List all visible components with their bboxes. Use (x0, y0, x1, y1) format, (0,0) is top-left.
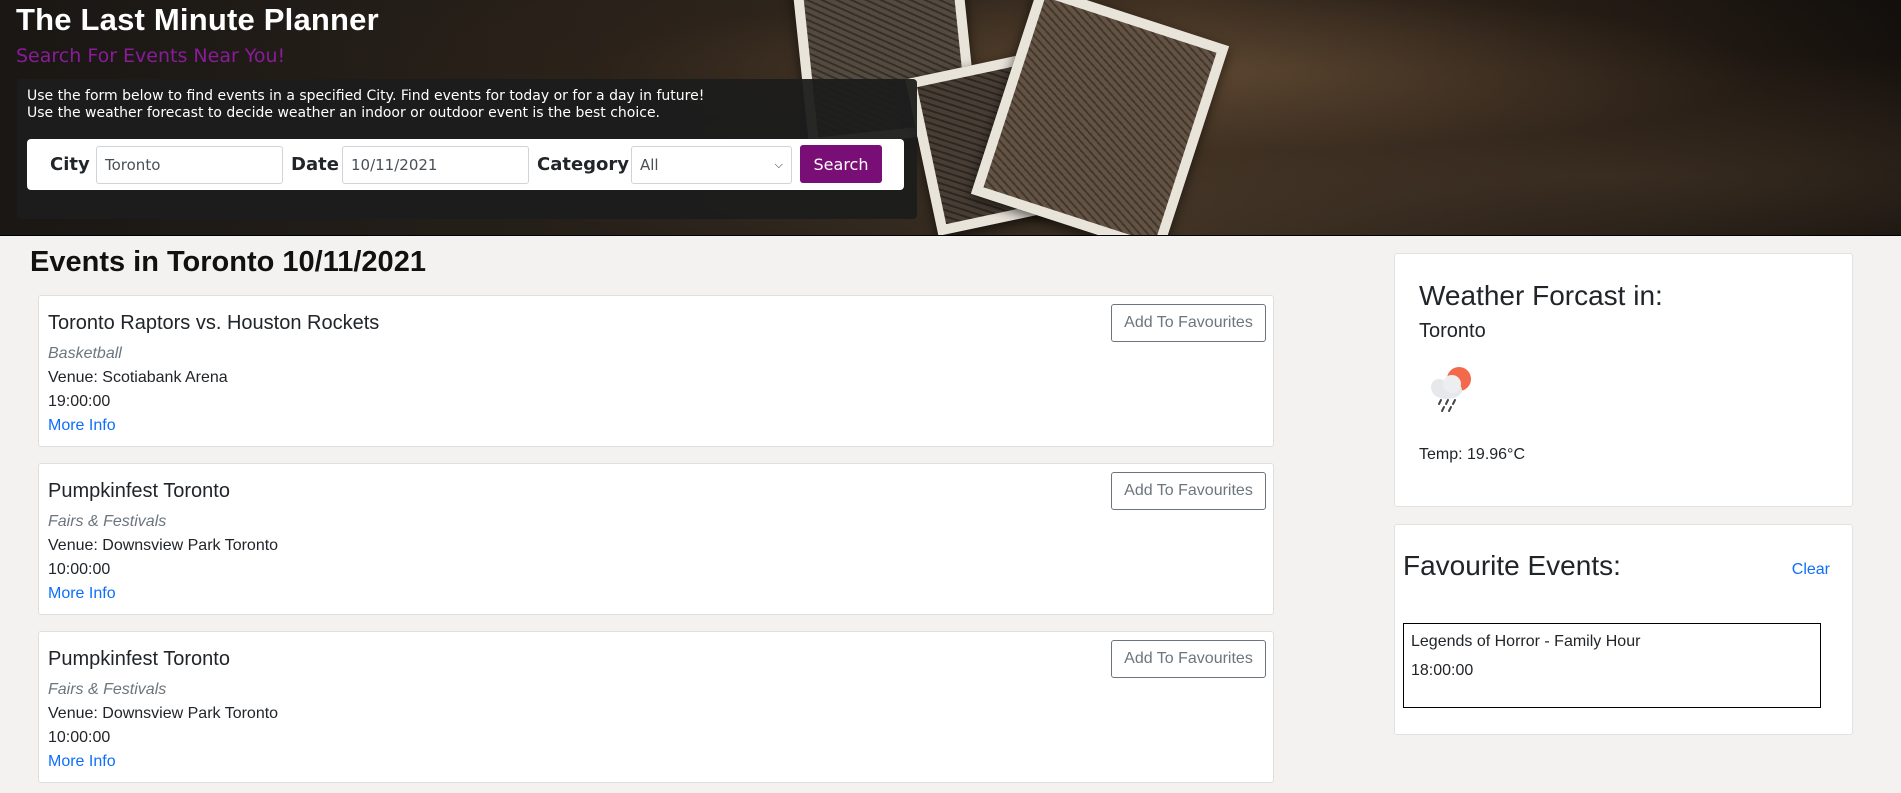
event-time: 10:00:00 (48, 729, 111, 746)
event-category: Basketball (48, 345, 122, 362)
event-category: Fairs & Festivals (48, 681, 167, 698)
weather-heading: Weather Forcast in: (1419, 280, 1663, 311)
event-title: Pumpkinfest Toronto (48, 480, 230, 502)
clear-favourites-link[interactable]: Clear (1792, 561, 1830, 579)
partly-sunny-rain-icon (1431, 367, 1471, 412)
background-photo (970, 0, 1230, 235)
more-info-link[interactable]: More Info (48, 417, 116, 435)
favourite-item[interactable]: Legends of Horror - Family Hour 18:00:00 (1403, 623, 1821, 708)
info-panel: Use the form below to find events in a s… (17, 79, 917, 219)
favourites-heading: Favourite Events: (1403, 550, 1621, 581)
favourite-item-time: 18:00:00 (1411, 662, 1474, 679)
event-time: 19:00:00 (48, 393, 111, 410)
event-venue: Venue: Downsview Park Toronto (48, 537, 279, 554)
weather-card: Weather Forcast in: Toronto Temp: 19.96°… (1394, 253, 1853, 507)
weather-temp: Temp: 19.96°C (1419, 446, 1526, 463)
add-to-favourites-button[interactable]: Add To Favourites (1111, 472, 1266, 510)
category-select-value: All (640, 156, 659, 174)
category-label: Category (537, 154, 630, 175)
event-time: 10:00:00 (48, 561, 111, 578)
date-label: Date (291, 154, 339, 175)
favourites-card: Favourite Events: Clear Legends of Horro… (1394, 524, 1853, 735)
event-venue: Venue: Downsview Park Toronto (48, 705, 279, 722)
event-title: Toronto Raptors vs. Houston Rockets (48, 312, 380, 334)
site-title: The Last Minute Planner (16, 2, 379, 37)
event-category: Fairs & Festivals (48, 513, 167, 530)
hero-banner: The Last Minute Planner Search For Event… (0, 0, 1901, 236)
category-select[interactable]: All ⌵ (631, 146, 792, 184)
more-info-link[interactable]: More Info (48, 585, 116, 603)
event-title: Pumpkinfest Toronto (48, 648, 230, 670)
event-venue: Venue: Scotiabank Arena (48, 369, 228, 386)
chevron-down-icon: ⌵ (774, 158, 783, 171)
more-info-link[interactable]: More Info (48, 753, 116, 771)
add-to-favourites-button[interactable]: Add To Favourites (1111, 304, 1266, 342)
event-card: Pumpkinfest Toronto Fairs & Festivals Ve… (38, 631, 1274, 783)
info-text: Use the form below to find events in a s… (27, 88, 705, 104)
site-subtitle: Search For Events Near You! (16, 45, 286, 67)
events-heading: Events in Toronto 10/11/2021 (30, 246, 426, 278)
city-label: City (50, 154, 90, 175)
date-input[interactable]: 10/11/2021 (342, 146, 529, 184)
event-card: Pumpkinfest Toronto Fairs & Festivals Ve… (38, 463, 1274, 615)
city-input[interactable]: Toronto (96, 146, 283, 184)
favourite-item-title: Legends of Horror - Family Hour (1411, 633, 1641, 650)
weather-city: Toronto (1419, 320, 1486, 342)
search-button[interactable]: Search (800, 145, 882, 183)
search-form: City Toronto Date 10/11/2021 Category Al… (27, 139, 904, 190)
info-text: Use the weather forecast to decide weath… (27, 105, 661, 121)
add-to-favourites-button[interactable]: Add To Favourites (1111, 640, 1266, 678)
event-card: Toronto Raptors vs. Houston Rockets Bask… (38, 295, 1274, 447)
